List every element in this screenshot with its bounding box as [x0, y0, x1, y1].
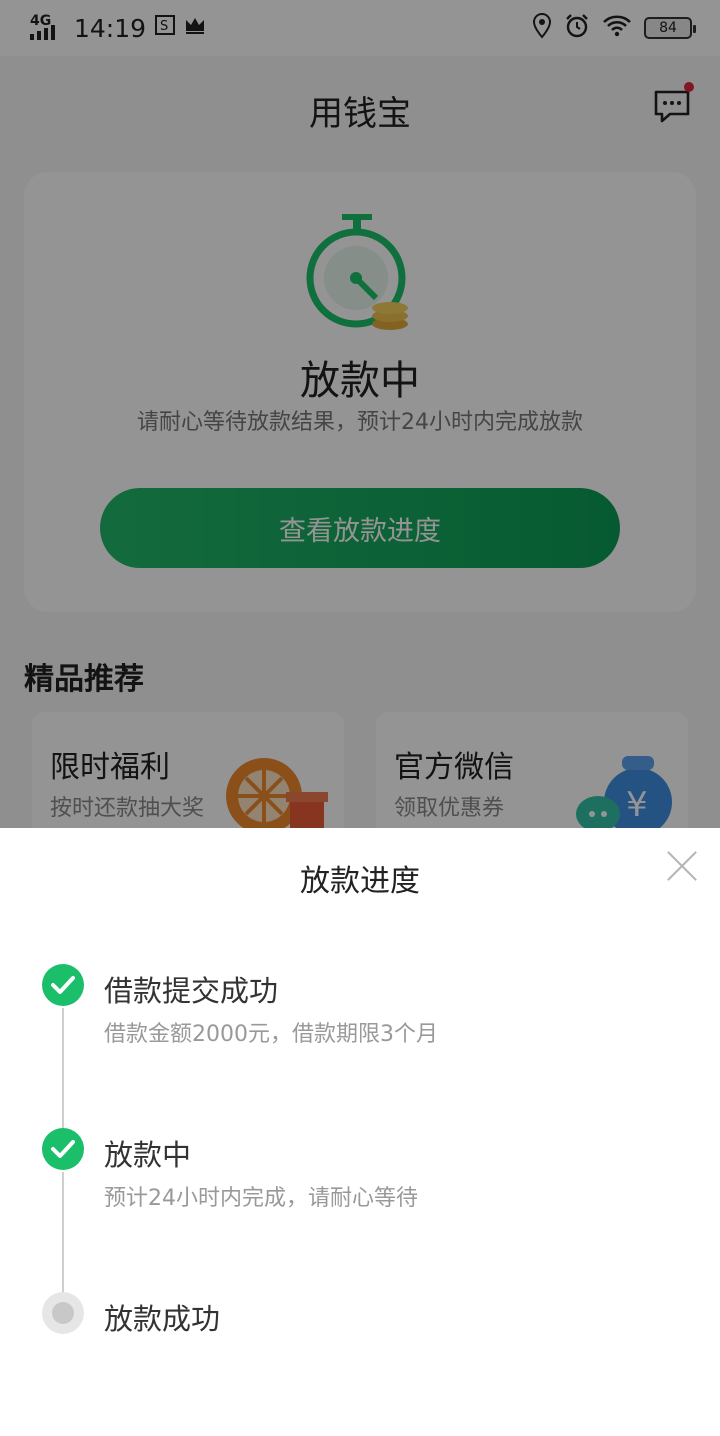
step-desc: 借款金额2000元，借款期限3个月: [104, 1022, 438, 1047]
timeline-connector: [62, 1172, 64, 1294]
pending-step-icon: [42, 1292, 84, 1334]
check-icon: [42, 1128, 84, 1170]
check-icon: [42, 964, 84, 1006]
close-icon[interactable]: [666, 850, 698, 882]
step-desc: 预计24小时内完成，请耐心等待: [104, 1186, 418, 1211]
step-title: 借款提交成功: [104, 974, 279, 1008]
timeline-connector: [62, 1008, 64, 1130]
step-title: 放款中: [104, 1138, 192, 1172]
progress-sheet: 放款进度 借款提交成功 借款金额2000元，借款期限3个月 放款中 预计24小时…: [0, 828, 720, 1436]
sheet-title: 放款进度: [300, 864, 420, 899]
step-title: 放款成功: [104, 1302, 221, 1336]
